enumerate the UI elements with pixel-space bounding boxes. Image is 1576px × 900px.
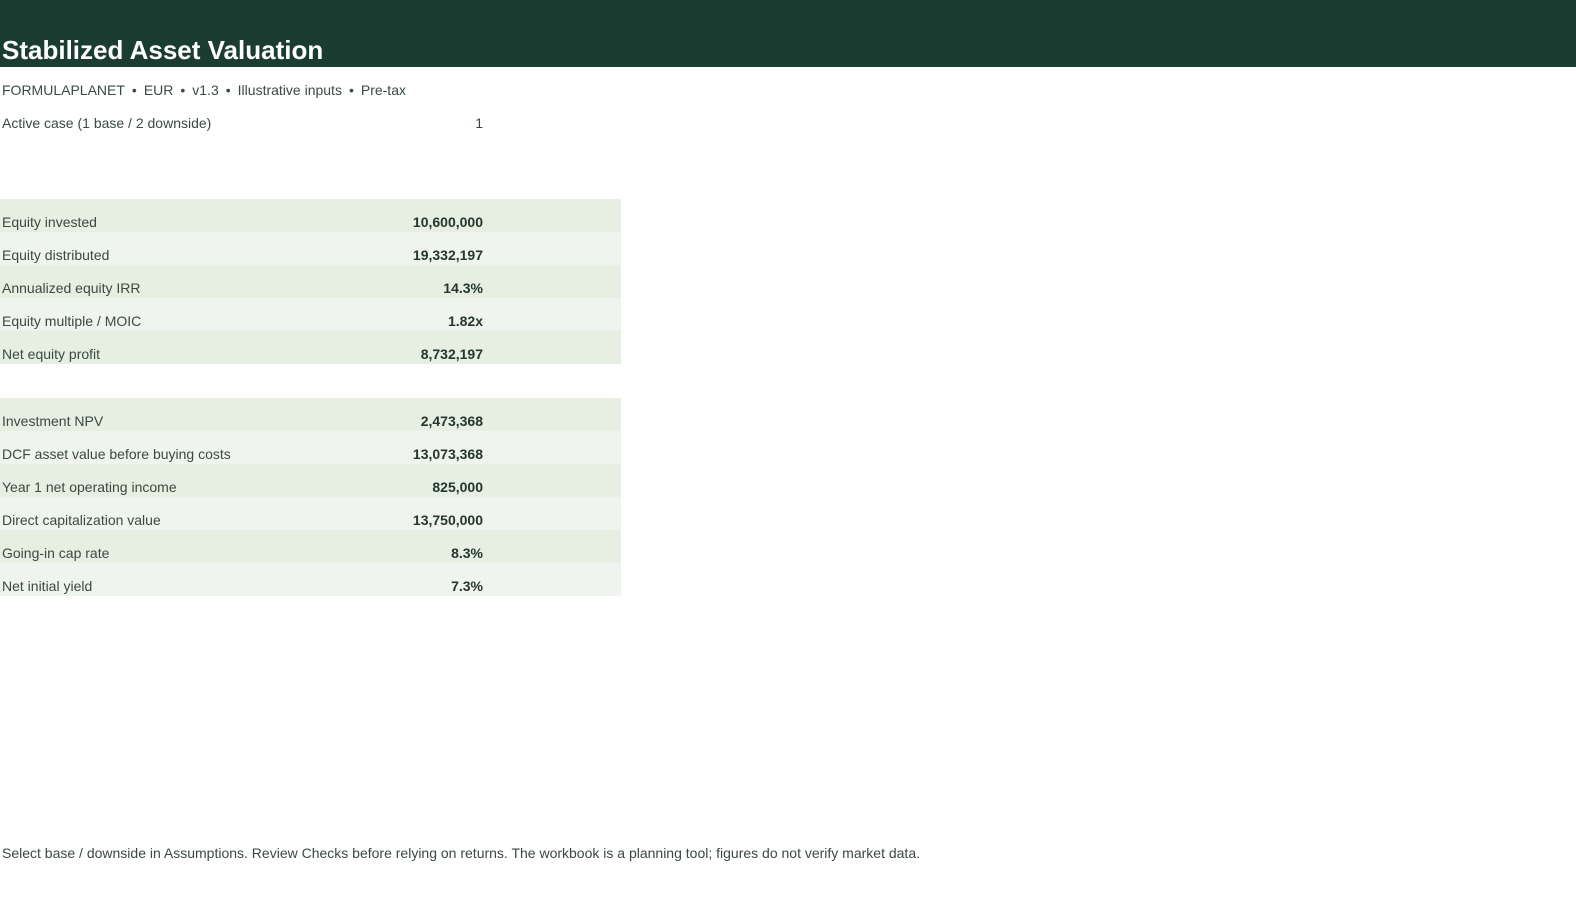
active-case-label: Active case (1 base / 2 downside) <box>2 115 212 131</box>
metric-label: Equity distributed <box>2 247 110 263</box>
metric-label: Equity invested <box>2 214 97 230</box>
meta-line: FORMULAPLANET • EUR • v1.3 • Illustrative inpu… <box>2 82 406 98</box>
meta-inputs-note: Illustrative inputs <box>237 82 342 98</box>
metric-value[interactable]: 825,000 <box>432 479 483 495</box>
metric-value[interactable]: 8,732,197 <box>421 346 483 362</box>
meta-brand: FORMULAPLANET <box>2 82 125 98</box>
metric-label: Investment NPV <box>2 413 104 429</box>
meta-separator: • <box>180 82 186 98</box>
table-row: Equity multiple / MOIC 1.82x <box>0 298 621 331</box>
meta-tax-basis: Pre-tax <box>360 82 406 98</box>
meta-version: v1.3 <box>192 82 219 98</box>
metric-value[interactable]: 19,332,197 <box>413 247 483 263</box>
page-title: Stabilized Asset Valuation <box>2 35 324 65</box>
metric-value[interactable]: 13,073,368 <box>413 446 483 462</box>
table-row: Investment NPV 2,473,368 <box>0 398 621 431</box>
active-case-value[interactable]: 1 <box>440 115 483 131</box>
metric-value[interactable]: 13,750,000 <box>413 512 483 528</box>
metric-value[interactable]: 10,600,000 <box>413 214 483 230</box>
metric-value[interactable]: 1.82x <box>448 313 483 329</box>
meta-separator: • <box>348 82 354 98</box>
footer-note: Select base / downside in Assumptions. R… <box>2 845 920 861</box>
metric-label: DCF asset value before buying costs <box>2 446 231 462</box>
table-row: Equity invested 10,600,000 <box>0 199 621 232</box>
table-row: Equity distributed 19,332,197 <box>0 232 621 265</box>
table-row: Going-in cap rate 8.3% <box>0 530 621 563</box>
metric-value[interactable]: 7.3% <box>451 578 483 594</box>
table-row: Annualized equity IRR 14.3% <box>0 265 621 298</box>
metric-label: Year 1 net operating income <box>2 479 177 495</box>
table-row: DCF asset value before buying costs 13,0… <box>0 431 621 464</box>
metric-label: Direct capitalization value <box>2 512 161 528</box>
table-row: Net initial yield 7.3% <box>0 563 621 596</box>
table-row: Year 1 net operating income 825,000 <box>0 464 621 497</box>
metric-label: Net initial yield <box>2 578 93 594</box>
dashboard-sheet: Stabilized Asset Valuation FORMULAPLANET… <box>0 0 1576 900</box>
metric-value[interactable]: 8.3% <box>451 545 483 561</box>
meta-currency: EUR <box>143 82 174 98</box>
metric-value[interactable]: 2,473,368 <box>421 413 483 429</box>
meta-separator: • <box>131 82 137 98</box>
metric-label: Annualized equity IRR <box>2 280 141 296</box>
meta-separator: • <box>225 82 231 98</box>
metric-label: Going-in cap rate <box>2 545 110 561</box>
metric-label: Equity multiple / MOIC <box>2 313 142 329</box>
valuation-table: Investment NPV 2,473,368 DCF asset value… <box>0 398 621 596</box>
equity-returns-table: Equity invested 10,600,000 Equity distri… <box>0 199 621 364</box>
table-row: Direct capitalization value 13,750,000 <box>0 497 621 530</box>
metric-value[interactable]: 14.3% <box>443 280 483 296</box>
metric-label: Net equity profit <box>2 346 101 362</box>
table-row: Net equity profit 8,732,197 <box>0 331 621 364</box>
